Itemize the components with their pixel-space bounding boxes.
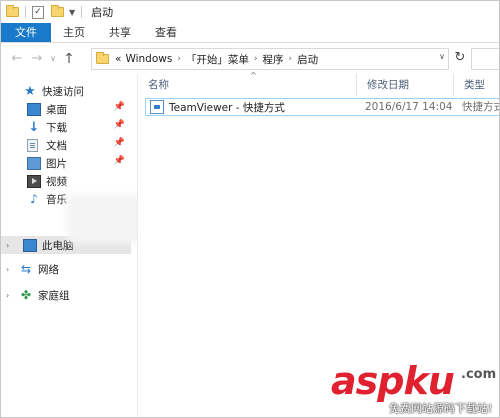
- tab-view[interactable]: 查看: [143, 23, 189, 42]
- desktop-icon: [27, 102, 41, 116]
- up-arrow-icon[interactable]: ↑: [59, 49, 79, 69]
- breadcrumb-separator-icon[interactable]: ›: [177, 54, 181, 64]
- download-arrow-icon: ↓: [28, 119, 40, 135]
- document-icon: [27, 138, 38, 152]
- column-header-type[interactable]: 类型: [454, 74, 499, 96]
- pin-icon[interactable]: 📌: [114, 102, 125, 112]
- explorer-window: ✓ ▼ 启动 文件 主页 共享 查看 ← → ∨ ↑ « Windows › 「…: [0, 0, 500, 418]
- navigation-bar: ← → ∨ ↑ « Windows › 「开始」菜单 › 程序 › 启动 ∨: [1, 44, 499, 74]
- expand-arrow-icon[interactable]: ›: [6, 265, 9, 274]
- sidebar-item-desktop[interactable]: 桌面 📌: [1, 100, 131, 118]
- sidebar-item-documents[interactable]: 文档 📌: [1, 136, 131, 154]
- sidebar-item-label: 网络: [38, 263, 59, 276]
- sidebar-item-quick-access[interactable]: ★ 快速访问: [1, 82, 131, 100]
- folder-icon: [96, 52, 109, 64]
- file-date: 2016/6/17 14:04: [365, 101, 453, 113]
- column-headers: ^ 名称 修改日期 类型: [138, 71, 499, 96]
- breadcrumb-separator-icon[interactable]: ›: [289, 54, 293, 64]
- sidebar-item-label: 快速访问: [42, 85, 84, 98]
- sidebar-item-label: 图片: [46, 157, 67, 170]
- sidebar-item-homegroup[interactable]: › ✤ 家庭组: [1, 286, 131, 304]
- qat-separator: [25, 6, 26, 18]
- sidebar-item-label: 桌面: [46, 103, 67, 116]
- file-name: TeamViewer - 快捷方式: [169, 101, 285, 114]
- tab-share[interactable]: 共享: [97, 23, 143, 42]
- sidebar-item-label: 音乐: [46, 193, 67, 206]
- tab-home[interactable]: 主页: [51, 23, 97, 42]
- sidebar-item-network[interactable]: › ⇆ 网络: [1, 260, 131, 278]
- sidebar-item-label: 文档: [46, 139, 67, 152]
- computer-icon: [23, 238, 37, 252]
- pin-icon[interactable]: 📌: [114, 138, 125, 148]
- back-arrow-icon[interactable]: ←: [7, 49, 27, 69]
- expand-arrow-icon[interactable]: ›: [6, 291, 9, 300]
- breadcrumb-startup[interactable]: 启动: [297, 52, 318, 67]
- window-title: 启动: [91, 6, 114, 19]
- aspku-watermark: aspku .com 免费网站源码下载站!: [331, 359, 499, 417]
- qat-dropdown-icon[interactable]: ▼: [69, 8, 75, 17]
- network-icon: ⇆: [20, 261, 32, 276]
- recent-locations-dropdown-icon[interactable]: ∨: [47, 49, 59, 69]
- title-bar: ✓ ▼ 启动: [1, 1, 499, 23]
- watermark-brand: aspku: [331, 359, 455, 403]
- address-dropdown-icon[interactable]: ∨: [439, 52, 445, 61]
- sidebar-item-label: 视频: [46, 175, 67, 188]
- tab-file[interactable]: 文件: [1, 23, 51, 42]
- breadcrumb-start-menu[interactable]: 「开始」菜单: [186, 52, 249, 67]
- breadcrumb-programs[interactable]: 程序: [263, 52, 284, 67]
- properties-icon[interactable]: ✓: [32, 5, 44, 19]
- column-header-name[interactable]: 名称: [138, 74, 356, 96]
- star-icon: ★: [24, 83, 36, 99]
- column-header-date[interactable]: 修改日期: [357, 74, 453, 96]
- breadcrumb-windows[interactable]: Windows: [125, 53, 172, 65]
- sidebar-item-videos[interactable]: 视频: [1, 172, 131, 190]
- refresh-icon[interactable]: ↻: [451, 47, 469, 69]
- music-note-icon: ♪: [30, 191, 38, 206]
- search-input[interactable]: [471, 48, 499, 70]
- new-folder-icon[interactable]: [51, 5, 64, 17]
- address-bar[interactable]: « Windows › 「开始」菜单 › 程序 › 启动 ∨: [91, 48, 449, 70]
- sidebar-item-downloads[interactable]: ↓ 下载 📌: [1, 118, 131, 136]
- file-name-cell: TeamViewer - 快捷方式: [150, 99, 285, 115]
- quick-access-toolbar: ✓ ▼: [6, 5, 85, 19]
- folder-icon: [6, 5, 19, 17]
- navigation-pane: ★ 快速访问 桌面 📌 ↓ 下载 📌 文档 📌 图片 📌 视频 ♪ 音乐 › 此…: [1, 74, 131, 417]
- pin-icon[interactable]: 📌: [114, 156, 125, 166]
- breadcrumb-separator-icon[interactable]: ›: [254, 54, 258, 64]
- pin-icon[interactable]: 📌: [114, 120, 125, 130]
- sidebar-item-label: 下载: [46, 121, 67, 134]
- homegroup-icon: ✤: [20, 287, 32, 302]
- forward-arrow-icon[interactable]: →: [27, 49, 47, 69]
- file-type: 快捷方式: [462, 101, 500, 113]
- sidebar-item-pictures[interactable]: 图片 📌: [1, 154, 131, 172]
- ribbon-tabs: 文件 主页 共享 查看: [1, 23, 499, 43]
- breadcrumb-overflow[interactable]: «: [115, 53, 121, 65]
- expand-arrow-icon[interactable]: ›: [6, 241, 9, 250]
- picture-icon: [27, 156, 41, 170]
- file-row[interactable]: TeamViewer - 快捷方式 2016/6/17 14:04 快捷方式: [145, 98, 500, 116]
- video-icon: [27, 174, 41, 188]
- teamviewer-shortcut-icon: [150, 100, 164, 114]
- qat-separator: [81, 6, 83, 18]
- sidebar-item-label: 家庭组: [38, 289, 70, 302]
- watermark-tld: .com: [461, 367, 497, 382]
- watermark-tagline: 免费网站源码下载站!: [389, 402, 493, 415]
